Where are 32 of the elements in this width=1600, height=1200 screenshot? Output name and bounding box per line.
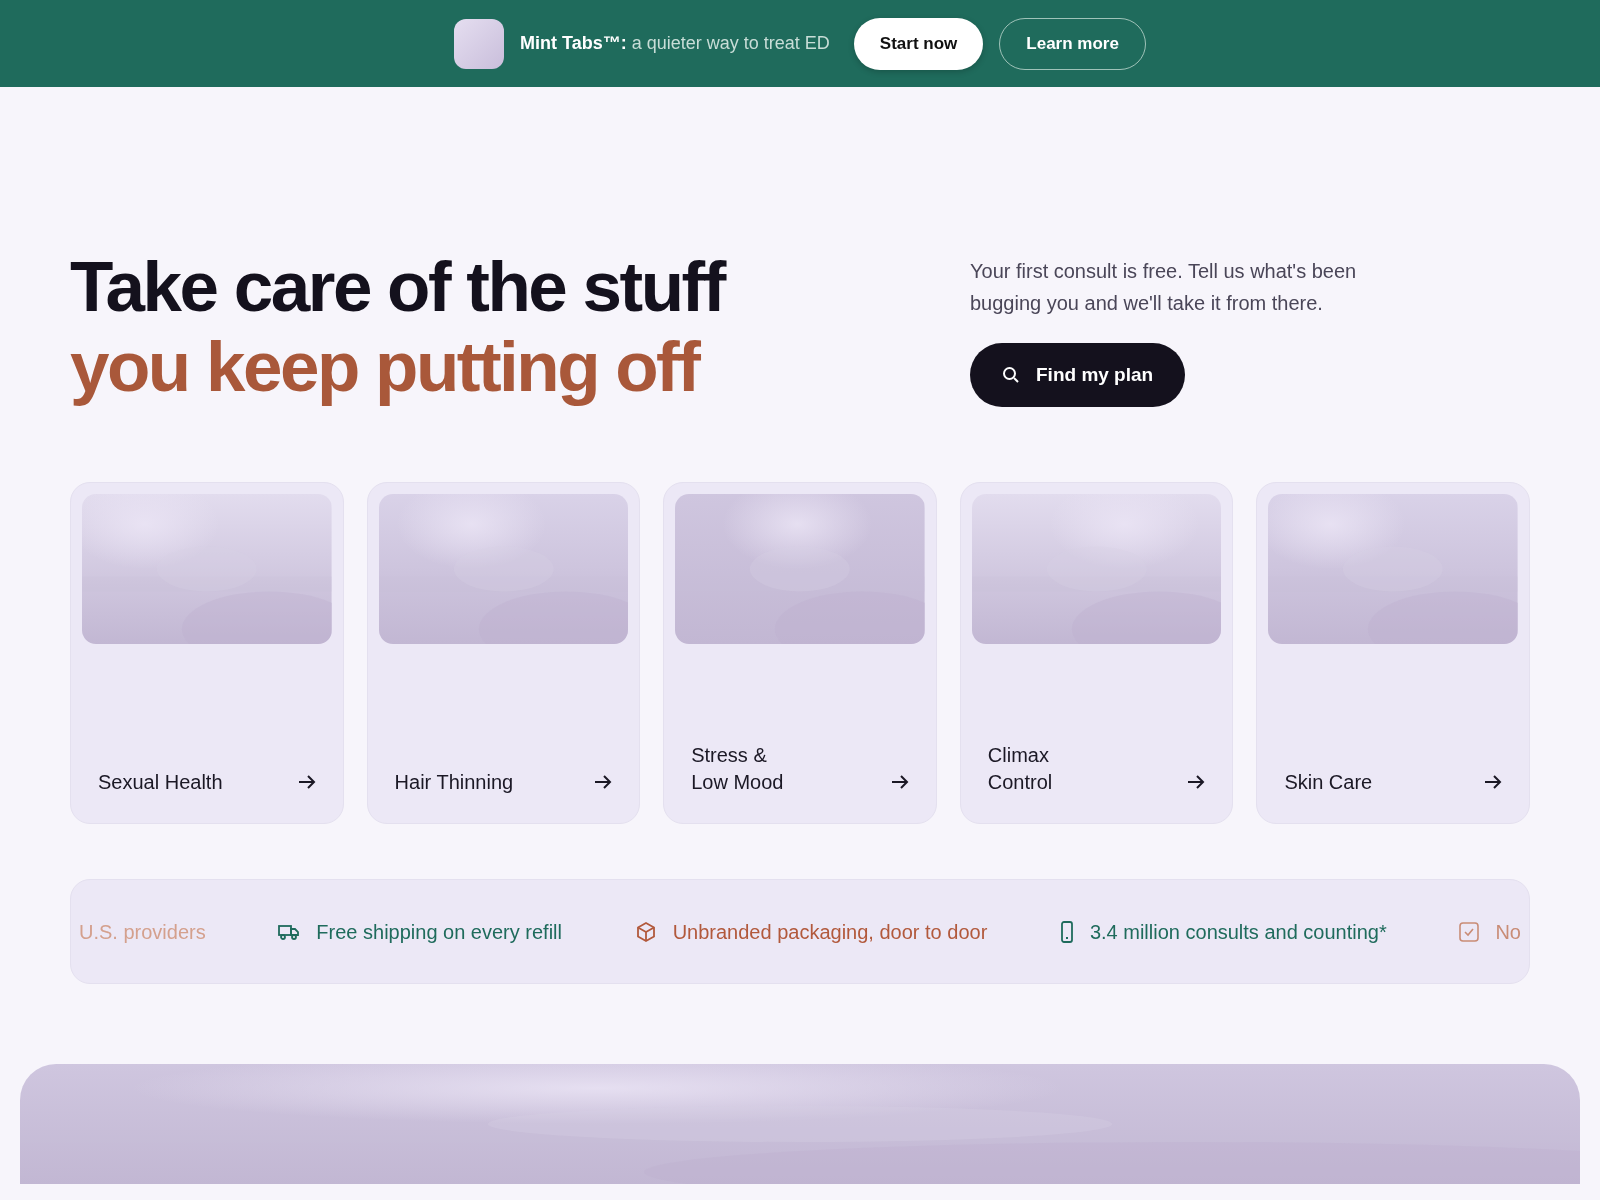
- arrow-right-icon: [1484, 774, 1502, 791]
- benefit-text: U.S. providers: [79, 919, 206, 945]
- category-label: Stress & Low Mood: [691, 743, 784, 796]
- category-label: Skin Care: [1284, 770, 1373, 796]
- category-label: Climax Control: [987, 743, 1053, 796]
- category-card[interactable]: Hair Thinning: [366, 482, 641, 825]
- arrow-right-icon: [594, 774, 613, 791]
- benefit-text: No: [1495, 919, 1521, 945]
- phone-icon: [1059, 920, 1074, 943]
- promo-text: Mint Tabs™: a quieter way to treat ED: [520, 32, 830, 55]
- app-icon: [454, 18, 505, 69]
- category-label: Sexual Health: [98, 770, 223, 796]
- intro-text: Your first consult is free. Tell us what's been bugging you and we'll take it from there.: [970, 259, 1358, 316]
- category-card[interactable]: Climax Control: [959, 482, 1234, 825]
- benefit-text: Unbranded packaging, door to door: [672, 919, 988, 945]
- arrow-right-icon: [1187, 774, 1206, 791]
- category-card[interactable]: Skin Care: [1256, 482, 1530, 825]
- find-plan-button[interactable]: Find my plan: [970, 343, 1186, 407]
- truck-icon: [278, 922, 301, 941]
- start-button[interactable]: Start now: [853, 17, 984, 70]
- checkbox-icon: [1459, 921, 1480, 942]
- category-card[interactable]: Sexual Health: [70, 482, 344, 825]
- headline: Take care of the stuff: [70, 247, 724, 328]
- arrow-right-icon: [297, 774, 316, 791]
- headline-accent: you keep putting off: [70, 327, 701, 408]
- benefit-text: Free shipping on every refill: [316, 919, 562, 945]
- arrow-right-icon: [890, 774, 909, 791]
- category-card[interactable]: Stress & Low Mood: [663, 482, 937, 825]
- search-icon: [1002, 366, 1020, 384]
- category-label: Hair Thinning: [394, 770, 514, 796]
- benefit-text: 3.4 million consults and counting*: [1089, 919, 1387, 945]
- box-icon: [634, 920, 657, 943]
